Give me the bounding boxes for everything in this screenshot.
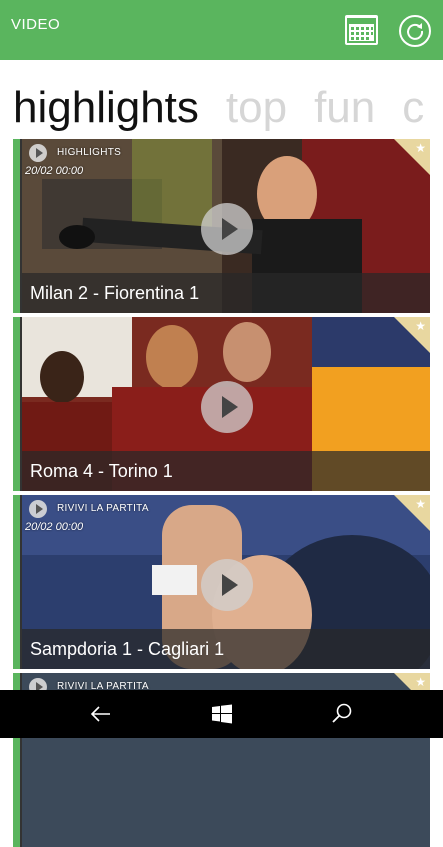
windows-logo-icon [212,704,232,724]
tab-fun[interactable]: fun [314,82,375,134]
refresh-button[interactable] [399,15,431,47]
search-icon [332,703,352,723]
tab-top[interactable]: top [226,82,287,134]
video-date: 20/02 00:00 [25,165,84,177]
tab-more[interactable]: c [402,82,424,134]
calendar-icon [347,18,376,43]
card-accent-bar [13,495,20,669]
tab-highlights[interactable]: highlights [13,82,199,134]
search-button[interactable] [330,702,354,726]
star-icon: ★ [415,141,426,155]
video-title: Roma 4 - Torino 1 [30,461,173,481]
play-circle-icon [29,144,47,162]
star-icon: ★ [415,675,426,689]
video-caption: Milan 2 - Fiorentina 1 [22,273,430,313]
card-accent-bar [13,317,20,491]
app-header: VIDEO [0,0,443,60]
play-circle-icon [29,500,47,518]
video-card[interactable]: Roma 4 - Torino 1 ★ [13,317,430,491]
video-caption: Sampdoria 1 - Cagliari 1 [22,629,430,669]
star-icon: ★ [415,319,426,333]
app-title: VIDEO [11,16,61,33]
card-accent-bar [13,139,20,313]
video-category: HIGHLIGHTS [57,147,122,158]
video-category: RIVIVI LA PARTITA [57,503,149,514]
start-button[interactable] [210,702,234,726]
back-button[interactable] [89,702,113,726]
video-title: Sampdoria 1 - Cagliari 1 [30,639,225,659]
play-icon[interactable] [201,203,253,255]
system-nav-bar [0,690,443,738]
video-title: Milan 2 - Fiorentina 1 [30,283,200,303]
video-card[interactable]: RIVIVI LA PARTITA 20/02 00:00 Sampdoria … [13,495,430,669]
play-icon[interactable] [201,381,253,433]
play-icon[interactable] [201,559,253,611]
calendar-button[interactable] [345,15,378,45]
back-arrow-icon [90,706,110,722]
pivot-tabs: highlights top fun c [13,82,443,134]
star-icon: ★ [415,497,426,511]
video-caption: Roma 4 - Torino 1 [22,451,430,491]
refresh-icon [407,23,424,40]
video-card[interactable]: HIGHLIGHTS 20/02 00:00 Milan 2 - Fiorent… [13,139,430,313]
video-date: 20/02 00:00 [25,521,84,533]
